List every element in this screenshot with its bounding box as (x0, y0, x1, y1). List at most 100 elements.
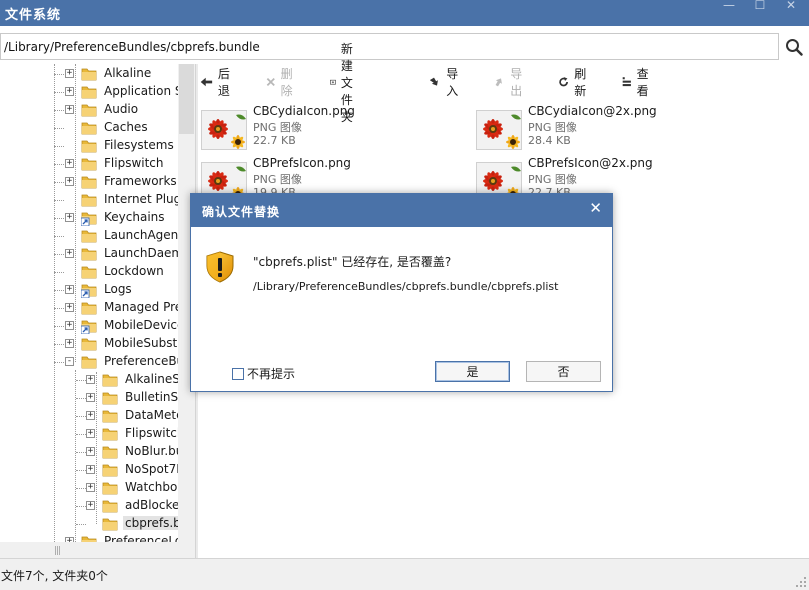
tree-item[interactable]: cbprefs.bu (0, 515, 191, 533)
expand-toggle-icon[interactable]: + (65, 285, 74, 294)
tree-item[interactable]: + DataMete (0, 407, 183, 425)
tree-item-label: DataMete (125, 408, 184, 422)
expand-toggle-icon[interactable]: + (65, 213, 74, 222)
tree-item[interactable]: + adBlocker (0, 497, 184, 515)
expand-toggle-icon[interactable]: + (86, 429, 95, 438)
no-button[interactable]: 否 (526, 361, 601, 382)
dialog-titlebar: 确认文件替换 ✕ (191, 194, 612, 227)
close-window-button[interactable]: ✕ (780, 0, 802, 14)
delete-button[interactable]: 删除 (266, 67, 297, 98)
expand-toggle-icon[interactable]: + (86, 465, 95, 474)
export-arrow-icon (495, 78, 502, 87)
tree-connector (54, 344, 64, 345)
file-type: PNG 图像 (253, 173, 302, 186)
tree-item-label: MobileDevice (104, 318, 185, 332)
tree-connector (54, 128, 64, 129)
tree-item-label: Internet Plug- (104, 192, 186, 206)
tree-item[interactable]: + Watchboa (0, 479, 185, 497)
back-button[interactable]: 后退 (200, 67, 235, 98)
tree-connector (54, 272, 64, 273)
scroll-grip-icon: ||| (54, 546, 61, 556)
dialog-close-button[interactable]: ✕ (589, 199, 602, 217)
new-folder-button[interactable]: 新建文件夹 (330, 42, 363, 124)
tree-item[interactable]: + Frameworks (0, 173, 178, 191)
expand-toggle-icon[interactable]: + (86, 411, 95, 420)
tree-item[interactable]: + Flipswitch (0, 155, 178, 173)
expand-toggle-icon[interactable]: + (86, 483, 95, 492)
checkbox-box[interactable] (232, 367, 244, 380)
minimize-button[interactable]: — (718, 0, 740, 14)
yes-button[interactable]: 是 (435, 361, 510, 382)
tree-item[interactable]: Filesystems (0, 137, 178, 155)
search-button[interactable] (779, 33, 809, 60)
tree-item[interactable]: LaunchAgents (0, 227, 189, 245)
expand-toggle-icon[interactable]: + (65, 177, 74, 186)
refresh-button[interactable]: 刷新 (558, 67, 591, 98)
tree-item[interactable]: + NoSpot7P (0, 461, 183, 479)
tree-item[interactable]: Lockdown (0, 263, 178, 281)
status-text: 文件7个, 文件夹0个 (1, 569, 108, 583)
import-arrow-icon (430, 77, 438, 86)
expand-toggle-icon[interactable]: + (65, 303, 74, 312)
collapse-toggle-icon[interactable]: - (65, 357, 74, 366)
tree-item[interactable]: + Alkaline (0, 65, 178, 83)
expand-toggle-icon[interactable]: + (65, 87, 74, 96)
tree-item[interactable]: + AlkalineSe (0, 371, 187, 389)
folder-icon (102, 444, 118, 460)
tree-item[interactable]: Caches (0, 119, 178, 137)
export-label: 导出 (510, 67, 523, 98)
folder-tree[interactable]: + Alkaline + Application Su + Audio Caches File… (0, 64, 195, 558)
tree-item[interactable]: + Logs (0, 281, 178, 299)
tree-item[interactable]: Internet Plug- (0, 191, 186, 209)
maximize-button[interactable]: ☐ (749, 0, 771, 14)
expand-toggle-icon[interactable]: + (86, 447, 95, 456)
back-label: 后退 (217, 67, 230, 98)
refresh-icon (559, 77, 568, 87)
tree-connector (76, 506, 86, 507)
file-type: PNG 图像 (253, 121, 302, 134)
expand-toggle-icon[interactable]: + (86, 501, 95, 510)
file-name: CBPrefsIcon.png (253, 156, 351, 170)
tree-connector (54, 326, 64, 327)
expand-toggle-icon[interactable]: + (65, 249, 74, 258)
tree-connector (54, 110, 64, 111)
expand-toggle-icon[interactable]: + (65, 105, 74, 114)
import-button[interactable]: 导入 (430, 67, 463, 98)
tree-item-label: Lockdown (104, 264, 164, 278)
folder-shortcut-icon (80, 282, 97, 299)
tree-item[interactable]: + MobileSubstra (0, 335, 189, 353)
dialog-message: "cbprefs.plist" 已经存在, 是否覆盖? (253, 255, 452, 269)
dont-ask-again-checkbox[interactable]: 不再提示 (232, 365, 295, 382)
tree-item[interactable]: - PreferenceBun (0, 353, 192, 371)
expand-toggle-icon[interactable]: + (65, 339, 74, 348)
tree-horizontal-scrollbar[interactable]: ||| (0, 542, 178, 558)
expand-toggle-icon[interactable]: + (65, 159, 74, 168)
tree-item[interactable]: + NoBlur.bu (0, 443, 183, 461)
delete-x-icon (266, 77, 275, 87)
path-bar[interactable] (0, 33, 779, 60)
resize-grip-icon[interactable] (795, 576, 807, 588)
expand-toggle-icon[interactable]: + (65, 69, 74, 78)
tree-item[interactable]: + BulletinSe (0, 389, 186, 407)
tree-item-label: Logs (104, 282, 132, 296)
expand-toggle-icon[interactable]: + (65, 321, 74, 330)
tree-item-label: LaunchAgents (104, 228, 190, 242)
tree-scroll-thumb[interactable] (179, 64, 194, 134)
view-button[interactable]: 查看 (622, 67, 653, 98)
tree-connector (54, 362, 64, 363)
expand-toggle-icon[interactable]: + (86, 393, 95, 402)
tree-connector (76, 452, 86, 453)
tree-item[interactable]: + Managed Pref (0, 299, 186, 317)
export-button[interactable]: 导出 (494, 67, 527, 98)
tree-item[interactable]: + MobileDevice (0, 317, 184, 335)
tree-item[interactable]: + Audio (0, 101, 178, 119)
arrow-left-icon (200, 77, 213, 87)
tree-item[interactable]: + Keychains (0, 209, 178, 227)
path-input[interactable] (1, 34, 778, 59)
tree-connector (54, 146, 64, 147)
expand-toggle-icon[interactable]: + (86, 375, 95, 384)
tree-item[interactable]: + LaunchDaemo (0, 245, 190, 263)
tree-item[interactable]: + Flipswitch (0, 425, 185, 443)
folder-icon (81, 264, 97, 280)
tree-item[interactable]: + Application Su (0, 83, 190, 101)
